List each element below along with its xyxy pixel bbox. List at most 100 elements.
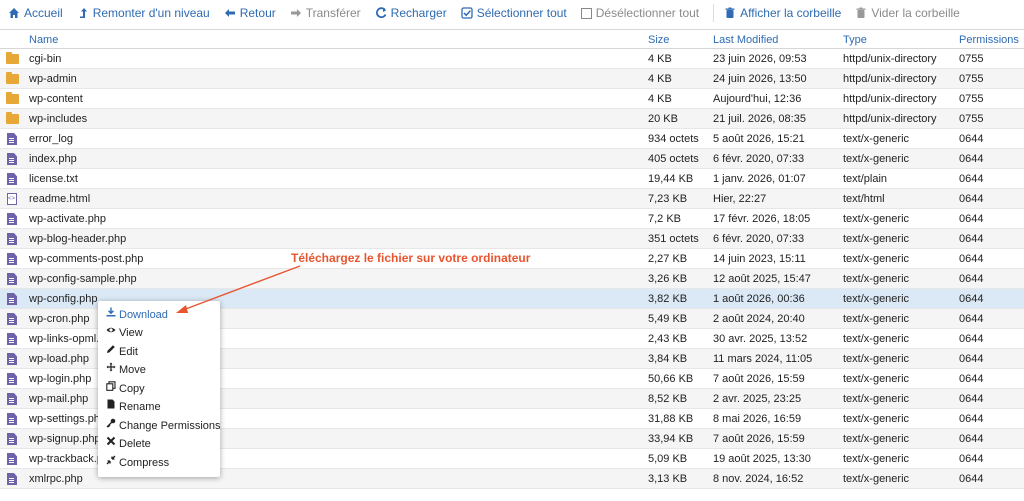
file-type: text/plain <box>843 173 888 185</box>
folder-icon <box>6 52 19 65</box>
file-size: 5,09 KB <box>648 453 688 465</box>
download-icon <box>106 306 116 324</box>
column-header-size[interactable]: Size <box>648 30 669 50</box>
context-menu-download[interactable]: Download <box>106 306 168 324</box>
table-row[interactable]: wp-activate.php 7,2 KB 17 févr. 2026, 18:0… <box>0 209 1024 229</box>
file-permissions: 0644 <box>959 153 984 165</box>
home-icon <box>9 8 19 18</box>
level-up-icon <box>79 8 87 18</box>
context-menu-label: Change Permissions <box>119 420 221 432</box>
file-permissions: 0644 <box>959 393 984 405</box>
file-size: 3,13 KB <box>648 473 688 485</box>
file-type: text/x-generic <box>843 333 910 345</box>
home-button[interactable]: Accueil <box>8 3 63 23</box>
file-type: text/x-generic <box>843 253 910 265</box>
table-row[interactable]: wp-blog-header.php 351 octets 6 févr. 2020… <box>0 229 1024 249</box>
context-menu-copy[interactable]: Copy <box>106 380 145 398</box>
file-modified: 21 juil. 2026, 08:35 <box>713 113 806 125</box>
file-permissions: 0644 <box>959 133 984 145</box>
show-trash-button[interactable]: Afficher la corbeille <box>724 3 841 23</box>
file-permissions: 0755 <box>959 93 984 105</box>
file-icon <box>6 233 18 245</box>
file-type: text/x-generic <box>843 133 910 145</box>
file-type: text/x-generic <box>843 213 910 225</box>
empty-trash-button[interactable]: Vider la corbeille <box>855 3 960 23</box>
table-row[interactable]: wp-content 4 KB Aujourd'hui, 12:36 httpd/un… <box>0 89 1024 109</box>
file-size: 3,26 KB <box>648 273 688 285</box>
file-icon <box>6 373 18 385</box>
file-permissions: 0644 <box>959 433 984 445</box>
column-header-permissions[interactable]: Permissions <box>959 30 1019 50</box>
file-name: wp-login.php <box>29 373 92 385</box>
show-trash-label: Afficher la corbeille <box>740 6 842 20</box>
column-header-type[interactable]: Type <box>843 30 867 50</box>
file-size: 4 KB <box>648 53 672 65</box>
context-menu-view[interactable]: View <box>106 324 143 342</box>
toolbar: Accueil Remonter d'un niveau Retour Tran… <box>0 0 1024 26</box>
file-size: 31,88 KB <box>648 413 694 425</box>
table-header: Name Size Last Modified Type Permissions <box>0 29 1024 49</box>
trash-icon <box>856 7 866 18</box>
file-type: text/x-generic <box>843 153 910 165</box>
file-permissions: 0644 <box>959 413 984 425</box>
back-button[interactable]: Retour <box>224 3 276 23</box>
file-size: 7,23 KB <box>648 193 688 205</box>
file-type: httpd/unix-directory <box>843 93 937 105</box>
select-all-button[interactable]: Sélectionner tout <box>461 3 567 23</box>
file-size: 4 KB <box>648 73 672 85</box>
toolbar-divider <box>713 4 715 22</box>
file-icon <box>6 153 18 165</box>
table-row[interactable]: wp-admin 4 KB 24 juin 2026, 13:50 httpd/uni… <box>0 69 1024 89</box>
context-menu-label: Copy <box>119 383 145 395</box>
context-menu-edit[interactable]: Edit <box>106 343 138 361</box>
forward-button[interactable]: Transférer <box>290 3 361 23</box>
file-permissions: 0755 <box>959 73 984 85</box>
file-type: text/x-generic <box>843 453 910 465</box>
file-type: text/x-generic <box>843 393 910 405</box>
context-menu-compress[interactable]: Compress <box>106 454 169 472</box>
file-name: wp-config.php <box>29 293 98 305</box>
file-size: 19,44 KB <box>648 173 694 185</box>
file-icon <box>6 253 18 265</box>
table-row[interactable]: readme.html 7,23 KB Hier, 22:27 text/html 06… <box>0 189 1024 209</box>
table-row[interactable]: license.txt 19,44 KB 1 janv. 2026, 01:07 te… <box>0 169 1024 189</box>
up-level-button[interactable]: Remonter d'un niveau <box>77 3 210 23</box>
context-menu-label: Edit <box>119 346 138 358</box>
context-menu-label: Rename <box>119 401 161 413</box>
table-row[interactable]: index.php 405 octets 6 févr. 2020, 07:33 te… <box>0 149 1024 169</box>
table-row[interactable]: wp-config-sample.php 3,26 KB 12 août 2025,… <box>0 269 1024 289</box>
file-type: text/x-generic <box>843 373 910 385</box>
file-name: wp-load.php <box>29 353 89 365</box>
compress-icon <box>106 454 116 472</box>
file-name: wp-config-sample.php <box>29 273 137 285</box>
pencil-icon <box>106 343 116 361</box>
file-modified: 2 avr. 2025, 23:25 <box>713 393 802 405</box>
deselect-all-button[interactable]: Désélectionner tout <box>580 3 699 23</box>
context-menu-delete[interactable]: Delete <box>106 435 151 453</box>
column-header-name[interactable]: Name <box>29 30 58 50</box>
file-modified: 6 févr. 2020, 07:33 <box>713 153 805 165</box>
file-modified: 8 nov. 2024, 16:52 <box>713 473 804 485</box>
table-row[interactable]: wp-includes 20 KB 21 juil. 2026, 08:35 http… <box>0 109 1024 129</box>
copy-icon <box>106 380 116 398</box>
table-row[interactable]: cgi-bin 4 KB 23 juin 2026, 09:53 httpd/unix… <box>0 49 1024 69</box>
file-name: index.php <box>29 153 77 165</box>
file-permissions: 0644 <box>959 213 984 225</box>
table-row[interactable]: error_log 934 octets 5 août 2026, 15:21 tex… <box>0 129 1024 149</box>
context-menu-change-permissions[interactable]: Change Permissions <box>106 417 221 435</box>
file-modified: 6 févr. 2020, 07:33 <box>713 233 805 245</box>
file-type: text/x-generic <box>843 293 910 305</box>
context-menu-rename[interactable]: Rename <box>106 398 161 416</box>
file-icon <box>6 213 18 225</box>
column-header-modified[interactable]: Last Modified <box>713 30 778 50</box>
home-label: Accueil <box>24 6 63 20</box>
up-level-label: Remonter d'un niveau <box>92 6 210 20</box>
file-name: xmlrpc.php <box>29 473 83 485</box>
reload-label: Recharger <box>390 6 447 20</box>
file-icon <box>6 173 18 185</box>
file-permissions: 0644 <box>959 373 984 385</box>
file-type: text/x-generic <box>843 433 910 445</box>
forward-label: Transférer <box>305 6 361 20</box>
context-menu-move[interactable]: Move <box>106 361 146 379</box>
reload-button[interactable]: Recharger <box>375 3 447 23</box>
